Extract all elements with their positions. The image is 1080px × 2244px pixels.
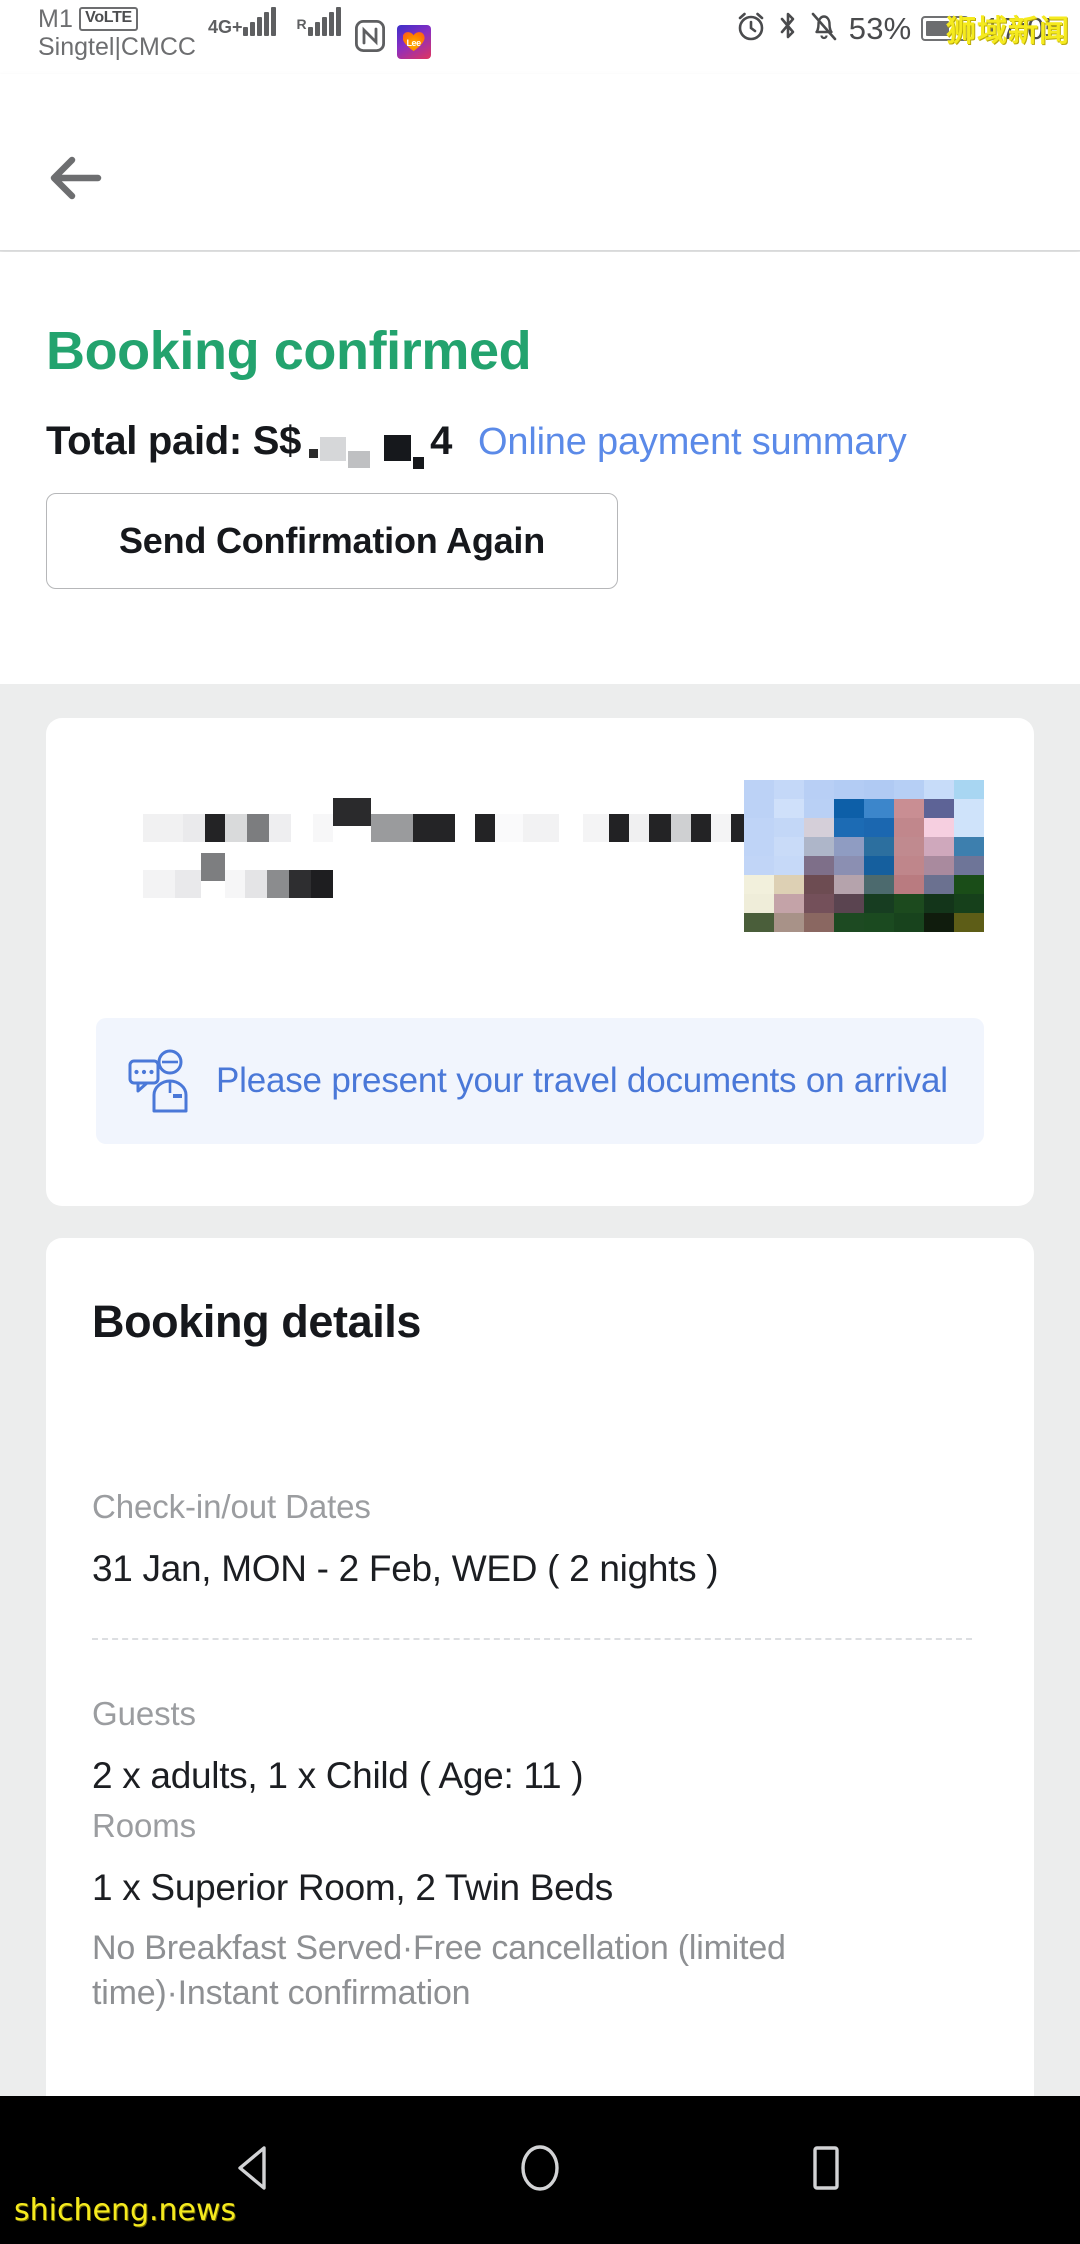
confirmation-hero: Booking confirmed Total paid: S$ 4 Onlin…	[0, 252, 1080, 684]
status-bar: M1 VoLTE Singtel|CMCC 4G+ R Lee 53% 17:0…	[0, 0, 1080, 74]
send-confirmation-button[interactable]: Send Confirmation Again	[46, 493, 618, 589]
app-badge-label: Lee	[406, 38, 421, 49]
guests-label: Guests	[92, 1695, 196, 1732]
bluetooth-icon	[777, 10, 799, 47]
carrier-secondary-label: Singtel|CMCC	[38, 33, 196, 62]
watermark-chinese: 狮域新闻	[946, 14, 1070, 49]
booking-details-card: Booking details Check-in/out Dates 31 Ja…	[46, 1238, 1034, 2244]
status-bar-left: M1 VoLTE Singtel|CMCC 4G+ R Lee	[38, 6, 431, 61]
total-paid-row: Total paid: S$ 4 Online payment summary	[46, 419, 907, 469]
carrier-primary-label: M1	[38, 5, 74, 33]
page-background	[0, 684, 46, 2244]
online-payment-summary-link[interactable]: Online payment summary	[478, 421, 907, 464]
app-bar	[0, 74, 1080, 251]
nav-home-button[interactable]	[512, 2140, 568, 2201]
guests-value: 2 x adults, 1 x Child ( Age: 11 )	[92, 1755, 584, 1796]
total-amount-redacted	[309, 435, 425, 469]
back-arrow-icon[interactable]	[42, 146, 114, 210]
checkin-checkout-value: 31 Jan, MON - 2 Feb, WED ( 2 nights )	[92, 1548, 719, 1589]
hotel-thumbnail-image	[744, 780, 984, 932]
total-amount-tail: 4	[430, 419, 453, 463]
battery-percent-label: 53%	[848, 10, 912, 46]
rooms-label: Rooms	[92, 1807, 197, 1844]
page-title: Booking confirmed	[46, 321, 532, 381]
total-paid-label: Total paid: S$	[46, 419, 302, 463]
watermark-english: shicheng.news	[14, 2193, 237, 2228]
nav-recents-button[interactable]	[798, 2140, 854, 2201]
concierge-icon	[126, 1045, 198, 1117]
travel-documents-notice-text: Please present your travel documents on …	[216, 1060, 948, 1100]
hotel-name-redacted-line-1	[143, 798, 819, 842]
signal-bars-icon	[243, 6, 277, 36]
bell-muted-icon	[809, 10, 839, 47]
checkin-checkout-label: Check-in/out Dates	[92, 1488, 371, 1525]
rooms-amenities-text: No Breakfast Served·Free cancellation (l…	[92, 1929, 786, 2013]
volte-badge: VoLTE	[79, 7, 138, 31]
signal-bars-icon-secondary	[307, 6, 341, 36]
network-type-label: 4G+	[207, 17, 243, 37]
nfc-icon	[354, 19, 385, 61]
rooms-value: 1 x Superior Room, 2 Twin Beds	[92, 1867, 613, 1908]
phone-screen: M1 VoLTE Singtel|CMCC 4G+ R Lee 53% 17:0…	[0, 0, 1080, 2244]
carrier-row-primary: M1 VoLTE	[38, 6, 196, 32]
section-divider	[92, 1638, 972, 1640]
signal-group-secondary: R	[296, 6, 341, 42]
booking-details-title: Booking details	[92, 1296, 422, 1347]
roaming-indicator-label: R	[296, 16, 307, 32]
alarm-icon	[735, 10, 767, 47]
hotel-summary-card[interactable]: Please present your travel documents on …	[46, 718, 1034, 1206]
send-confirmation-label: Send Confirmation Again	[118, 520, 546, 561]
app-notification-badge-icon: Lee	[396, 24, 431, 59]
signal-group-primary: 4G+	[208, 6, 277, 42]
travel-documents-notice: Please present your travel documents on …	[96, 1018, 984, 1144]
android-navigation-bar: shicheng.news	[0, 2096, 1080, 2244]
hotel-name-redacted-line-2	[143, 853, 333, 898]
nav-back-button[interactable]	[226, 2140, 282, 2201]
carrier-info: M1 VoLTE Singtel|CMCC	[38, 6, 196, 61]
